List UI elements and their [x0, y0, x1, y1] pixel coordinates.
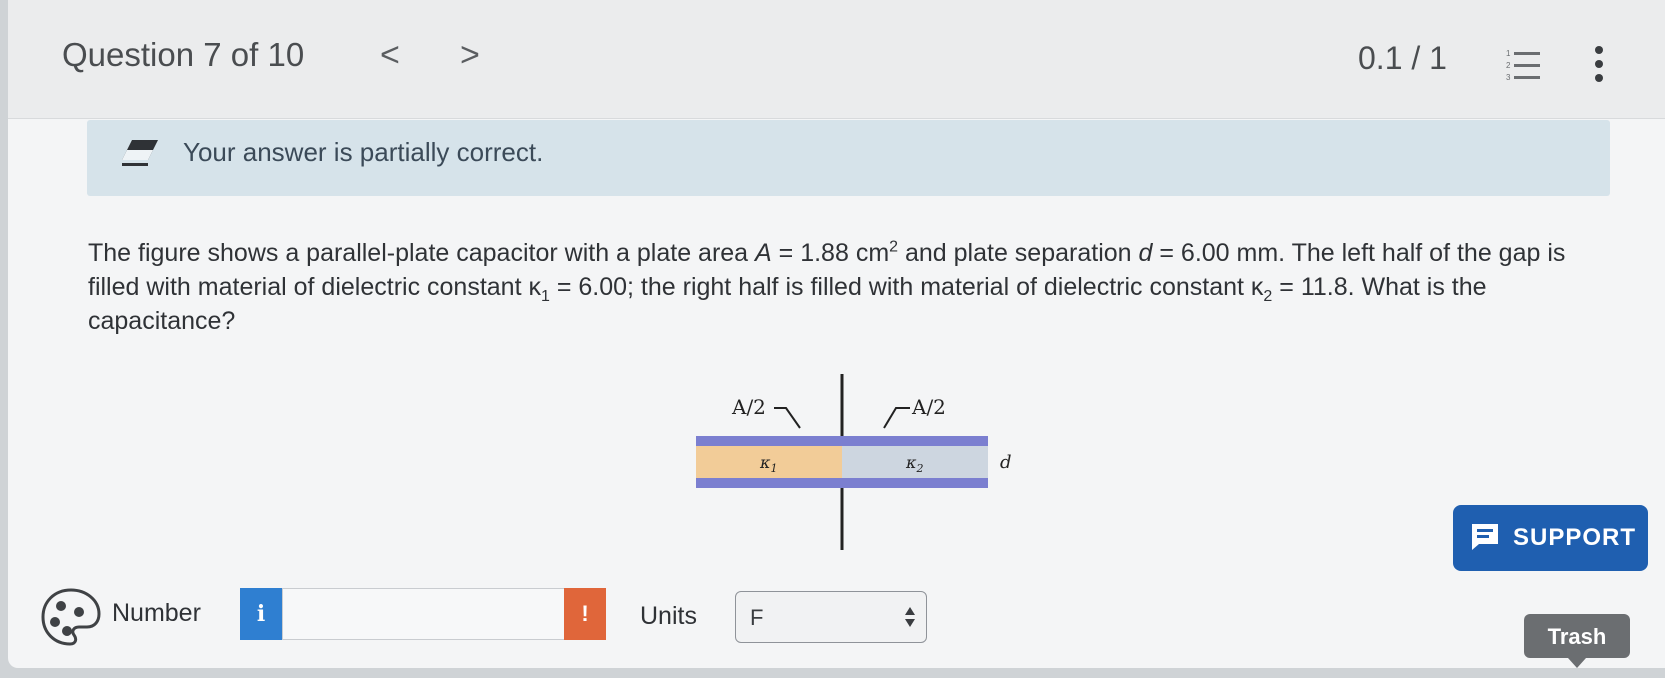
kappa1-symbol: κ	[759, 453, 771, 472]
trash-button[interactable]: Trash	[1524, 614, 1630, 668]
kappa1-subscript: 1	[540, 288, 550, 305]
question-title: Question 7 of 10	[62, 36, 305, 73]
units-label: Units	[640, 602, 697, 630]
palette-icon[interactable]	[40, 587, 102, 647]
question-text: The figure shows a parallel-plate capaci…	[88, 236, 1608, 338]
prev-question-button[interactable]: <	[380, 36, 400, 75]
bottom-plate	[696, 478, 988, 488]
right-area-label: A/2	[911, 395, 946, 419]
right-area-pointer	[883, 407, 910, 429]
left-area-label: A/2	[731, 395, 766, 419]
question-text-part: = 6.00; the right half is filled with ma…	[549, 273, 1264, 301]
kappa1-sub: 1	[771, 462, 778, 475]
question-header: Question 7 of 10 < > 0.1 / 1 1 2 3	[8, 0, 1665, 119]
capacitor-figure: A/2 A/2 κ1 κ2 d	[696, 374, 1012, 550]
units-select[interactable]: F	[735, 591, 927, 643]
left-area-pointer	[774, 407, 801, 429]
feedback-banner: Your answer is partially correct.	[87, 120, 1610, 196]
top-plate	[696, 436, 988, 446]
svg-text:1: 1	[1506, 49, 1511, 58]
area-exponent: 2	[889, 238, 899, 256]
units-selected-value: F	[750, 605, 764, 630]
more-vertical-icon[interactable]	[1592, 44, 1606, 84]
separation-variable: d	[1138, 239, 1153, 267]
tooltip-tail	[1568, 658, 1586, 668]
svg-text:2: 2	[1506, 61, 1511, 70]
chat-icon	[1472, 524, 1498, 550]
svg-text:3: 3	[1506, 73, 1511, 82]
support-button[interactable]: SUPPORT	[1453, 505, 1648, 571]
select-arrows-icon	[905, 607, 915, 627]
info-button[interactable]: i	[240, 588, 282, 640]
question-text-part: The figure shows a parallel-plate capaci…	[88, 239, 756, 267]
numbered-list-icon[interactable]: 1 2 3	[1506, 48, 1542, 82]
question-text-part: = 1.88 cm	[771, 239, 890, 267]
question-text-part: and plate separation	[898, 239, 1139, 267]
score: 0.1 / 1	[1358, 40, 1447, 76]
number-input[interactable]	[282, 588, 580, 640]
number-label: Number	[112, 599, 201, 627]
kappa2-symbol: κ	[905, 453, 917, 472]
area-variable: A	[755, 239, 772, 267]
support-label: SUPPORT	[1513, 524, 1637, 551]
kappa2-subscript: 2	[1263, 288, 1273, 305]
kappa2-sub: 2	[916, 462, 924, 475]
page: Question 7 of 10 < > 0.1 / 1 1 2 3 Your …	[8, 0, 1665, 668]
next-question-button[interactable]: >	[460, 36, 480, 75]
trash-label: Trash	[1547, 624, 1607, 649]
warning-badge: !	[564, 588, 606, 640]
partial-credit-eraser-icon	[122, 140, 158, 166]
feedback-text: Your answer is partially correct.	[183, 137, 544, 167]
separation-label: d	[1000, 452, 1012, 473]
